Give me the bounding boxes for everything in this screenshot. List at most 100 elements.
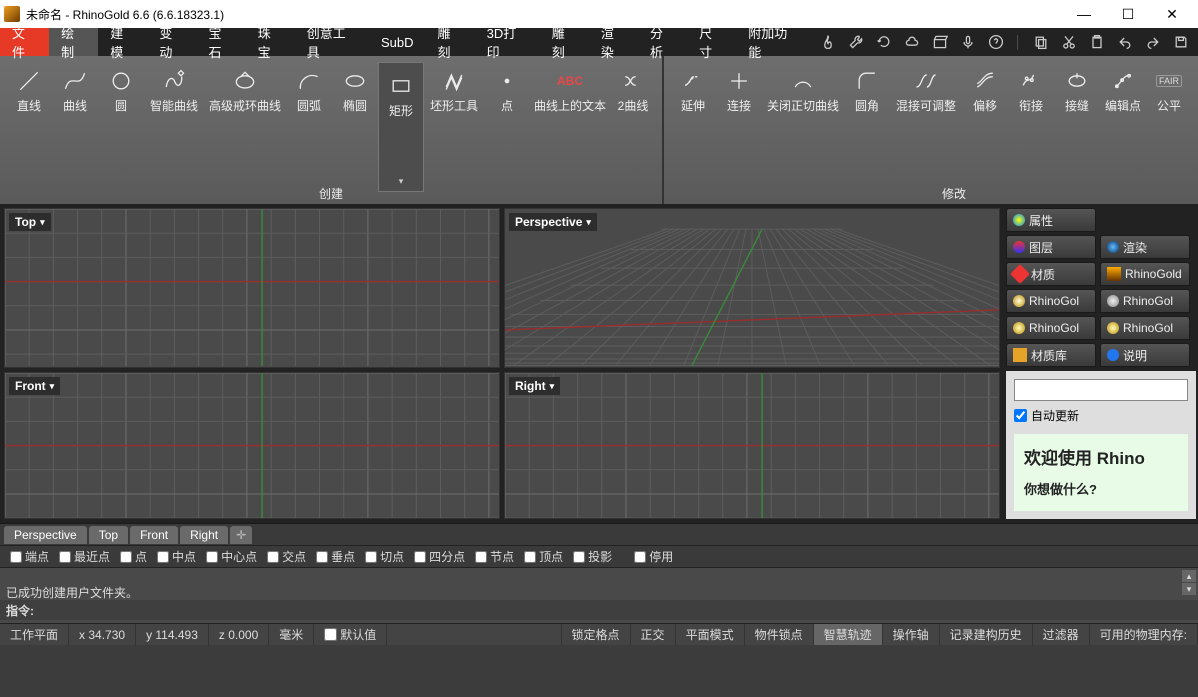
viewport-right[interactable]: Right▾ <box>504 372 1000 519</box>
command-prompt[interactable]: 指令: <box>0 600 1198 620</box>
tool-circle[interactable]: 圆 <box>98 62 144 117</box>
auto-update-checkbox[interactable]: 自动更新 <box>1014 407 1188 424</box>
viewport-title[interactable]: Perspective▾ <box>509 213 597 231</box>
tool-fair[interactable]: FAIR公平 <box>1146 62 1192 117</box>
tab-properties[interactable]: 属性 <box>1006 208 1096 232</box>
tab-rhinogold-5[interactable]: RhinoGol <box>1100 316 1190 340</box>
osnap-knot[interactable]: 节点 <box>475 548 514 565</box>
tool-match[interactable]: 衔接 <box>1008 62 1054 117</box>
menu-addon[interactable]: 附加功能 <box>736 28 810 56</box>
tool-seam[interactable]: 接缝 <box>1054 62 1100 117</box>
menu-draw[interactable]: 绘制 <box>49 28 98 56</box>
menu-jewelry[interactable]: 珠宝 <box>246 28 295 56</box>
minimize-button[interactable]: — <box>1062 0 1106 28</box>
tool-edit-point[interactable]: 编辑点 <box>1100 62 1146 117</box>
status-smarttrack[interactable]: 智慧轨迹 <box>814 624 883 645</box>
tool-blend[interactable]: 混接可调整 <box>890 62 962 117</box>
copy-icon[interactable] <box>1032 33 1050 51</box>
tab-rhinogold-4[interactable]: RhinoGol <box>1006 316 1096 340</box>
refresh-icon[interactable] <box>875 33 893 51</box>
tool-rectangle[interactable]: 矩形▾ <box>378 62 424 192</box>
menu-gem[interactable]: 宝石 <box>197 28 246 56</box>
menu-transform[interactable]: 变动 <box>147 28 196 56</box>
menu-render[interactable]: 渲染 <box>589 28 638 56</box>
scroll-up-icon[interactable]: ▴ <box>1182 570 1196 582</box>
status-osnap[interactable]: 物件锁点 <box>745 624 814 645</box>
tab-layers[interactable]: 图层 <box>1006 235 1096 259</box>
viewport-perspective[interactable]: Perspective▾ <box>504 208 1000 368</box>
menu-3dprint[interactable]: 3D打印 <box>475 28 540 56</box>
vptab-front[interactable]: Front <box>130 526 178 544</box>
status-filter[interactable]: 过滤器 <box>1033 624 1090 645</box>
vptab-perspective[interactable]: Perspective <box>4 526 87 544</box>
osnap-int[interactable]: 交点 <box>267 548 306 565</box>
maximize-button[interactable]: ☐ <box>1106 0 1150 28</box>
osnap-tan[interactable]: 切点 <box>365 548 404 565</box>
status-ortho[interactable]: 正交 <box>631 624 676 645</box>
tab-material[interactable]: 材质 <box>1006 262 1096 286</box>
paste-icon[interactable] <box>1088 33 1106 51</box>
menu-creative[interactable]: 创意工具 <box>295 28 369 56</box>
viewport-title[interactable]: Top▾ <box>9 213 51 231</box>
menu-dimension[interactable]: 尺寸 <box>687 28 736 56</box>
viewport-title[interactable]: Front▾ <box>9 377 60 395</box>
save-icon[interactable] <box>1172 33 1190 51</box>
osnap-project[interactable]: 投影 <box>573 548 612 565</box>
clapper-icon[interactable] <box>931 33 949 51</box>
tab-help[interactable]: 说明 <box>1100 343 1190 367</box>
tab-material-lib[interactable]: 材质库 <box>1006 343 1096 367</box>
tool-point[interactable]: 点 <box>484 62 530 117</box>
mic-icon[interactable] <box>959 33 977 51</box>
scroll-down-icon[interactable]: ▾ <box>1182 583 1196 595</box>
wrench-icon[interactable] <box>847 33 865 51</box>
tool-project[interactable]: 布 <box>1192 62 1198 117</box>
menu-engrave[interactable]: 雕刻 <box>540 28 589 56</box>
tool-two-curves[interactable]: 2曲线 <box>610 62 656 117</box>
osnap-perp[interactable]: 垂点 <box>316 548 355 565</box>
help-icon[interactable] <box>987 33 1005 51</box>
tool-arc[interactable]: 圆弧 <box>286 62 332 117</box>
osnap-quad[interactable]: 四分点 <box>414 548 465 565</box>
status-unit[interactable]: 毫米 <box>269 624 314 645</box>
osnap-center[interactable]: 中心点 <box>206 548 257 565</box>
redo-icon[interactable] <box>1144 33 1162 51</box>
tool-polyline-tools[interactable]: 坯形工具 <box>424 62 484 117</box>
viewport-top[interactable]: Top▾ <box>4 208 500 368</box>
tab-rhinogold-2[interactable]: RhinoGol <box>1006 289 1096 313</box>
tool-offset[interactable]: 偏移 <box>962 62 1008 117</box>
tool-curve[interactable]: 曲线 <box>52 62 98 117</box>
osnap-point[interactable]: 点 <box>120 548 147 565</box>
vptab-add[interactable]: ✛ <box>230 526 252 544</box>
status-cplane[interactable]: 工作平面 <box>0 624 69 645</box>
status-default[interactable]: 默认值 <box>314 624 387 645</box>
tool-connect[interactable]: 连接 <box>716 62 762 117</box>
osnap-disable[interactable]: 停用 <box>634 548 673 565</box>
tool-line[interactable]: 直线 <box>6 62 52 117</box>
tool-ellipse[interactable]: 椭圆 <box>332 62 378 117</box>
tool-fillet[interactable]: 圆角 <box>844 62 890 117</box>
tool-close-tangent[interactable]: 关闭正切曲线 <box>762 62 844 117</box>
tab-rhinogold-3[interactable]: RhinoGol <box>1100 289 1190 313</box>
status-gumball[interactable]: 操作轴 <box>883 624 940 645</box>
status-history[interactable]: 记录建构历史 <box>940 624 1033 645</box>
tab-render[interactable]: 渲染 <box>1100 235 1190 259</box>
tab-rhinogold[interactable]: RhinoGold <box>1100 262 1190 286</box>
vptab-top[interactable]: Top <box>89 526 128 544</box>
panel-search-input[interactable] <box>1014 379 1188 401</box>
tool-extend[interactable]: 延伸 <box>670 62 716 117</box>
menu-file[interactable]: 文件 <box>0 28 49 56</box>
vptab-right[interactable]: Right <box>180 526 228 544</box>
status-gridlock[interactable]: 锁定格点 <box>562 624 631 645</box>
cloud-icon[interactable] <box>903 33 921 51</box>
status-planar[interactable]: 平面模式 <box>676 624 745 645</box>
osnap-vertex[interactable]: 顶点 <box>524 548 563 565</box>
menu-subd[interactable]: SubD <box>369 28 426 56</box>
viewport-front[interactable]: Front▾ <box>4 372 500 519</box>
viewport-title[interactable]: Right▾ <box>509 377 560 395</box>
flame-icon[interactable] <box>819 33 837 51</box>
command-scroll[interactable]: ▴▾ <box>1182 570 1196 595</box>
menu-model[interactable]: 建模 <box>98 28 147 56</box>
menu-analyze[interactable]: 分析 <box>638 28 687 56</box>
osnap-end[interactable]: 端点 <box>10 548 49 565</box>
undo-icon[interactable] <box>1116 33 1134 51</box>
